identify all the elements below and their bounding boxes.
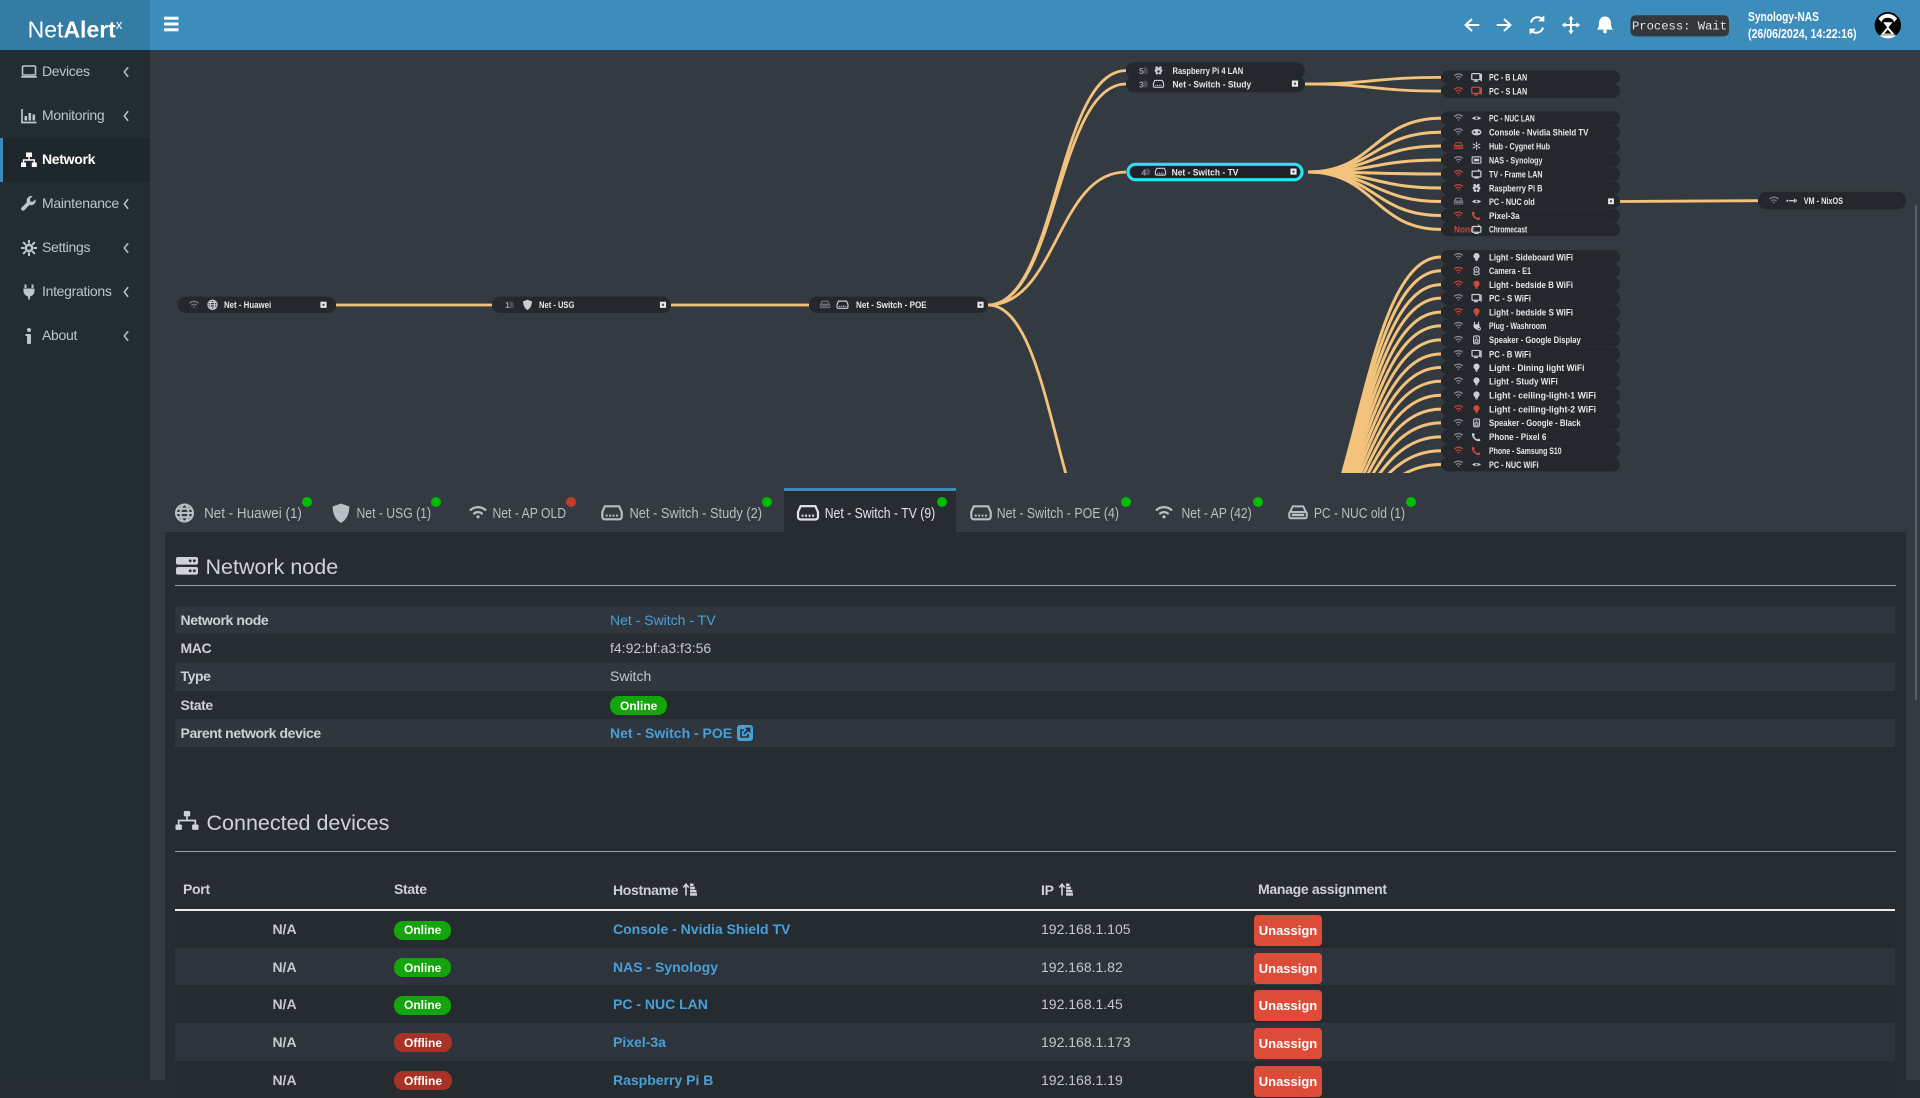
svg-text:Pixel-3a: Pixel-3a xyxy=(1489,211,1520,221)
svg-text:Light - Study WiFi: Light - Study WiFi xyxy=(1489,377,1558,387)
svg-text:Synology-NAS: Synology-NAS xyxy=(1748,9,1819,24)
svg-text:Net - USG: Net - USG xyxy=(539,300,574,311)
svg-text:Net - Switch - Study: Net - Switch - Study xyxy=(1173,80,1252,91)
svg-text:Light - bedside S WiFi: Light - bedside S WiFi xyxy=(1489,307,1573,317)
svg-text:Light - bedside B WiFi: Light - bedside B WiFi xyxy=(1489,280,1573,290)
svg-text:PC - NUC old: PC - NUC old xyxy=(1489,197,1535,207)
svg-text:NAS - Synology: NAS - Synology xyxy=(1489,155,1543,165)
svg-text:5: 5 xyxy=(1139,66,1144,76)
svg-text:Process: Wait: Process: Wait xyxy=(1632,20,1727,34)
svg-text:Net - Switch - TV: Net - Switch - TV xyxy=(1172,167,1239,178)
svg-text:1: 1 xyxy=(505,300,510,310)
svg-text:Net - Huawei: Net - Huawei xyxy=(224,300,271,311)
svg-text:Camera - E1: Camera - E1 xyxy=(1489,266,1531,276)
svg-text:PC - NUC LAN: PC - NUC LAN xyxy=(1489,114,1535,124)
svg-text:Raspberry Pi 4 LAN: Raspberry Pi 4 LAN xyxy=(1173,66,1244,77)
svg-text:Plug - Washroom: Plug - Washroom xyxy=(1489,321,1546,331)
svg-text:Light - ceiling-light-2 WiFi: Light - ceiling-light-2 WiFi xyxy=(1489,404,1596,414)
svg-text:4: 4 xyxy=(1142,167,1147,177)
svg-text:Raspberry Pi B: Raspberry Pi B xyxy=(1489,183,1543,193)
svg-text:Light - Sideboard WiFi: Light - Sideboard WiFi xyxy=(1489,252,1573,262)
svg-text:Light - ceiling-light-1 WiFi: Light - ceiling-light-1 WiFi xyxy=(1489,391,1596,401)
svg-text:(26/06/2024, 14:22:16): (26/06/2024, 14:22:16) xyxy=(1748,26,1857,41)
svg-text:VM - NixOS: VM - NixOS xyxy=(1804,196,1843,207)
svg-text:PC - S LAN: PC - S LAN xyxy=(1489,86,1527,96)
svg-text:Phone - Pixel 6: Phone - Pixel 6 xyxy=(1489,432,1546,442)
svg-text:3: 3 xyxy=(1139,80,1144,90)
svg-text:TV - Frame LAN: TV - Frame LAN xyxy=(1489,169,1543,179)
svg-text:Phone - Samsung S10: Phone - Samsung S10 xyxy=(1489,446,1562,456)
svg-text:Console - Nvidia Shield TV: Console - Nvidia Shield TV xyxy=(1489,128,1589,138)
svg-text:PC - B LAN: PC - B LAN xyxy=(1489,73,1527,83)
svg-text:PC - S WiFi: PC - S WiFi xyxy=(1489,293,1531,303)
svg-text:Speaker - Google Display: Speaker - Google Display xyxy=(1489,335,1581,345)
svg-text:Chromecast: Chromecast xyxy=(1489,225,1527,235)
svg-text:Light - Dining light WiFi: Light - Dining light WiFi xyxy=(1489,363,1585,373)
svg-text:Hub - Cygnet Hub: Hub - Cygnet Hub xyxy=(1489,141,1550,151)
svg-text:PC - NUC WiFi: PC - NUC WiFi xyxy=(1489,460,1539,470)
svg-text:Net - Switch - POE: Net - Switch - POE xyxy=(856,300,927,311)
svg-text:PC - B WiFi: PC - B WiFi xyxy=(1489,349,1531,359)
svg-text:Speaker - Google - Black: Speaker - Google - Black xyxy=(1489,418,1581,428)
